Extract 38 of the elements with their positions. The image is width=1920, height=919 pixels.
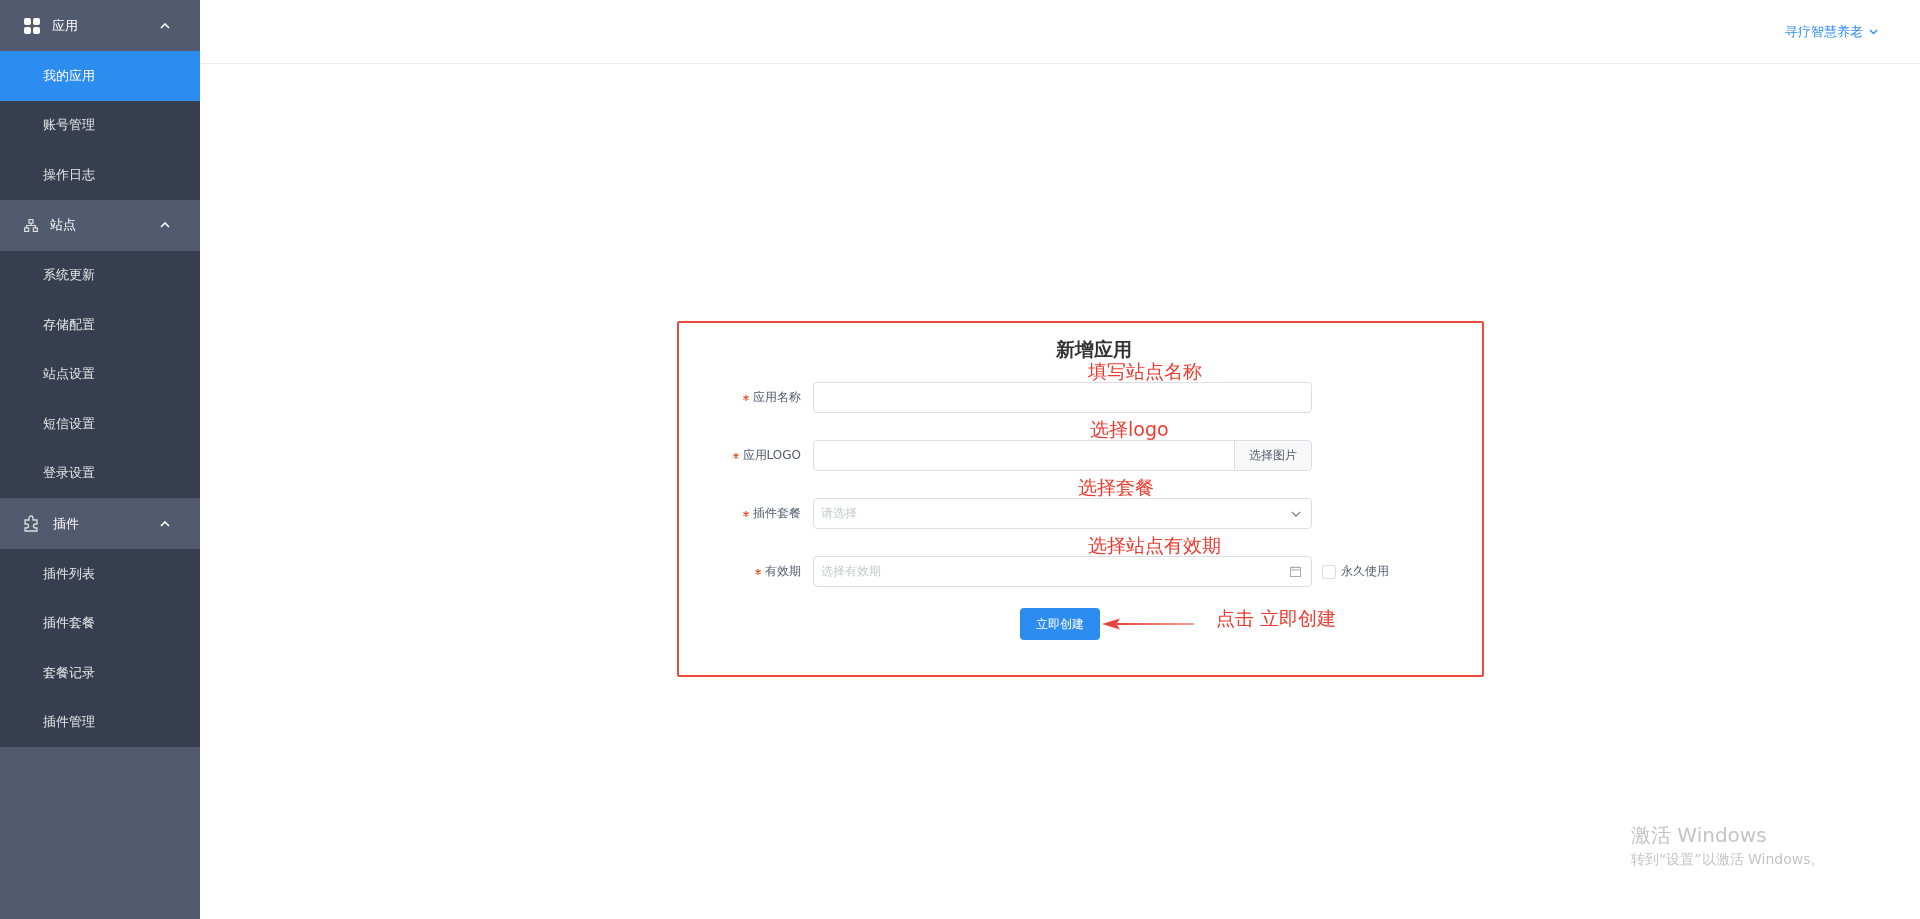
annotation-text: 填写站点名称 [1088, 362, 1202, 381]
chevron-down-icon [1869, 28, 1878, 35]
chevron-down-icon [1291, 510, 1301, 517]
menu-item[interactable]: 插件管理 [0, 697, 200, 747]
choose-image-button[interactable]: 选择图片 [1234, 441, 1311, 470]
field-label: 应用名称 [753, 389, 801, 406]
menu-item[interactable]: 系统更新 [0, 250, 200, 300]
menu-item[interactable]: 站点设置 [0, 349, 200, 399]
menu-group-label: 插件 [53, 514, 80, 533]
annotation-text: 选择套餐 [1078, 478, 1154, 497]
menu-item[interactable]: 登录设置 [0, 448, 200, 498]
form-title: 新增应用 [1054, 337, 1133, 361]
file-field[interactable]: 选择图片 [813, 440, 1312, 471]
menu-item[interactable]: 插件套餐 [0, 598, 200, 648]
field-label: 有效期 [765, 563, 801, 580]
menu-item[interactable]: 插件列表 [0, 549, 200, 599]
field-label: 插件套餐 [753, 505, 801, 522]
annotation-text: 选择logo [1090, 420, 1169, 439]
calendar-icon [1290, 566, 1301, 577]
checkbox-label: 永久使用 [1341, 563, 1389, 580]
annotation-text: 点击 立即创建 [1216, 606, 1337, 631]
activation-title: 激活 Windows [1631, 822, 1768, 849]
annotation-text: 选择站点有效期 [1088, 536, 1221, 555]
puzzle-icon [24, 515, 41, 532]
user-menu[interactable]: 寻疗智慧养老 [1785, 22, 1863, 41]
menu-item[interactable]: 账号管理 [0, 100, 200, 150]
activation-text: 转到“设置”以激活 Windows。 [1631, 851, 1825, 869]
menu-item[interactable]: 套餐记录 [0, 648, 200, 698]
menu-item[interactable]: 短信设置 [0, 399, 200, 449]
input-field[interactable] [813, 382, 1312, 413]
field-label: 应用LOGO [742, 447, 801, 464]
menu-item[interactable]: 存储配置 [0, 300, 200, 350]
menu-item[interactable]: 操作日志 [0, 150, 200, 200]
checkbox[interactable] [1322, 564, 1336, 579]
sitemap-icon [24, 218, 38, 232]
grid-icon [24, 17, 40, 34]
menu-group-label: 站点 [50, 216, 77, 234]
menu-group-label: 应用 [52, 16, 79, 35]
